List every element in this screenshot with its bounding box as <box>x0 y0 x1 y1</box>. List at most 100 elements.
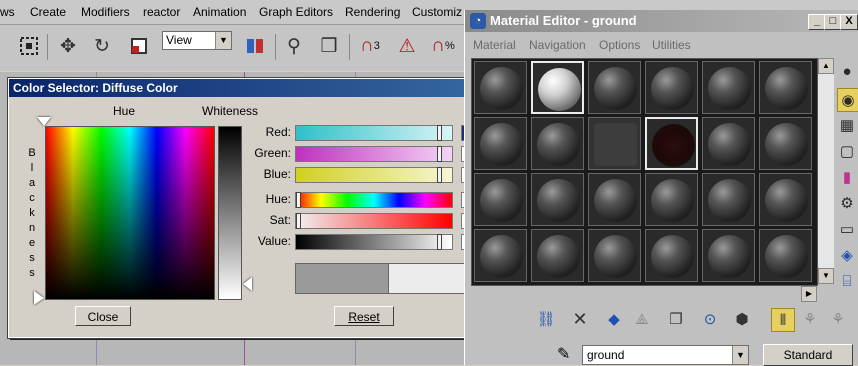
menu-reactor[interactable]: reactor <box>143 5 180 19</box>
material-slot[interactable] <box>645 229 698 282</box>
blackness-letter: n <box>28 222 36 234</box>
menu-graph-editors[interactable]: Graph Editors <box>259 5 333 19</box>
material-sphere-preview <box>537 179 580 222</box>
make-unique-icon[interactable]: ◆ <box>603 308 625 330</box>
material-slot[interactable] <box>759 229 812 282</box>
material-slot[interactable] <box>474 229 527 282</box>
red-slider[interactable] <box>295 125 453 141</box>
menu-options[interactable]: Options <box>599 38 640 52</box>
menu-modifiers[interactable]: Modifiers <box>81 5 130 19</box>
material-slot[interactable] <box>645 117 698 170</box>
slider-thumb[interactable] <box>296 213 301 229</box>
menu-customize[interactable]: Customiz <box>412 5 462 19</box>
blackness-letter: s <box>29 252 35 264</box>
slider-thumb[interactable] <box>437 146 442 162</box>
material-slot[interactable] <box>645 173 698 226</box>
mirror-icon[interactable] <box>242 33 268 59</box>
material-slot[interactable] <box>531 61 584 114</box>
material-slot[interactable] <box>531 173 584 226</box>
material-slot[interactable] <box>474 117 527 170</box>
material-slot[interactable] <box>759 117 812 170</box>
scroll-down-icon[interactable]: ▼ <box>818 268 834 284</box>
close-button[interactable]: Close <box>75 306 131 326</box>
slider-thumb[interactable] <box>437 234 442 250</box>
move-icon[interactable]: ✥ <box>55 33 81 59</box>
close-icon[interactable]: X <box>840 14 858 30</box>
material-slot[interactable] <box>588 173 641 226</box>
material-sphere-preview <box>594 67 637 110</box>
material-slot[interactable] <box>531 117 584 170</box>
percent-snap-icon[interactable]: ∩% <box>430 33 456 59</box>
put-to-scene-icon[interactable]: ⟁ <box>631 308 653 330</box>
hue-pointer[interactable] <box>37 117 51 126</box>
go-to-sibling-icon[interactable]: ⚘ <box>827 308 849 330</box>
select-by-material-icon[interactable]: ◈ <box>837 244 857 266</box>
material-slot[interactable] <box>759 173 812 226</box>
menu-rendering[interactable]: Rendering <box>345 5 400 19</box>
material-sphere-preview <box>651 235 694 278</box>
material-name-field[interactable]: ground ▼ <box>582 345 749 365</box>
background-icon[interactable]: ▦ <box>837 114 857 136</box>
show-end-result-icon[interactable]: ⬢ <box>731 308 753 330</box>
hue-slider[interactable] <box>295 192 453 208</box>
green-slider[interactable] <box>295 146 453 162</box>
material-slot[interactable] <box>702 229 755 282</box>
scroll-right-icon[interactable]: ▶ <box>801 286 817 302</box>
scale-icon[interactable] <box>126 33 152 59</box>
snap-3d-icon[interactable]: ∩ 3 <box>357 33 383 59</box>
material-slot[interactable] <box>588 229 641 282</box>
value-slider[interactable] <box>295 234 453 250</box>
slider-thumb[interactable] <box>437 167 442 183</box>
blue-slider[interactable] <box>295 167 453 183</box>
select-object-icon[interactable] <box>16 33 42 59</box>
angle-snap-icon[interactable]: ⚠ <box>394 33 420 59</box>
slots-scrollbar[interactable]: ▲ ▼ <box>818 58 834 284</box>
menu-ws[interactable]: ws <box>0 5 15 19</box>
slider-thumb[interactable] <box>296 192 301 208</box>
saturation-slider[interactable] <box>295 213 453 229</box>
bones-icon[interactable]: ⚲ <box>281 33 307 59</box>
material-slot[interactable] <box>759 61 812 114</box>
material-slot[interactable] <box>588 61 641 114</box>
material-type-button[interactable]: Standard <box>763 344 853 366</box>
material-slot[interactable] <box>702 61 755 114</box>
show-map-icon[interactable]: ⊙ <box>699 308 721 330</box>
whiteness-pointer[interactable] <box>243 277 252 291</box>
backlight-icon[interactable]: ◉ <box>837 88 858 112</box>
chevron-down-icon[interactable]: ▼ <box>215 32 231 49</box>
material-navigator-icon[interactable]: ⌸ <box>837 270 857 292</box>
material-slot[interactable] <box>645 61 698 114</box>
hue-blackness-picker[interactable] <box>45 126 215 300</box>
material-slot[interactable] <box>531 229 584 282</box>
go-to-parent-icon[interactable]: ⫴ <box>771 308 795 332</box>
scroll-up-icon[interactable]: ▲ <box>818 58 834 74</box>
material-slot[interactable] <box>474 173 527 226</box>
material-slot[interactable] <box>474 61 527 114</box>
make-preview-icon[interactable]: ⚙ <box>837 192 857 214</box>
material-id-icon[interactable]: ❐ <box>665 308 687 330</box>
menu-material[interactable]: Material <box>473 38 516 52</box>
menu-create[interactable]: Create <box>30 5 66 19</box>
go-forward-icon[interactable]: ⚘ <box>799 308 821 330</box>
reference-coordinate-select[interactable]: View ▼ <box>162 31 232 50</box>
menu-navigation[interactable]: Navigation <box>529 38 586 52</box>
tiling-icon[interactable]: ▢ <box>837 140 857 162</box>
material-sphere-preview <box>537 123 580 166</box>
material-slot[interactable] <box>702 173 755 226</box>
reset-button[interactable]: Reset <box>334 306 394 326</box>
options-icon[interactable]: ▭ <box>837 218 857 240</box>
sample-type-icon[interactable]: ● <box>837 60 857 82</box>
eyedropper-icon[interactable]: ✎ <box>557 344 577 366</box>
slider-thumb[interactable] <box>437 125 442 141</box>
material-slot[interactable] <box>588 117 641 170</box>
delete-icon[interactable]: ✕ <box>569 308 591 330</box>
chevron-down-icon[interactable]: ▼ <box>732 346 748 364</box>
blackness-pointer[interactable] <box>34 291 44 305</box>
material-slot[interactable] <box>702 117 755 170</box>
put-to-library-icon[interactable]: ⛓ <box>535 308 557 330</box>
menu-animation[interactable]: Animation <box>193 5 246 19</box>
video-color-icon[interactable]: ▮ <box>837 166 857 188</box>
rotate-icon[interactable]: ↻ <box>89 33 115 59</box>
menu-utilities[interactable]: Utilities <box>652 38 691 52</box>
render-icon[interactable]: ❒ <box>316 33 342 59</box>
